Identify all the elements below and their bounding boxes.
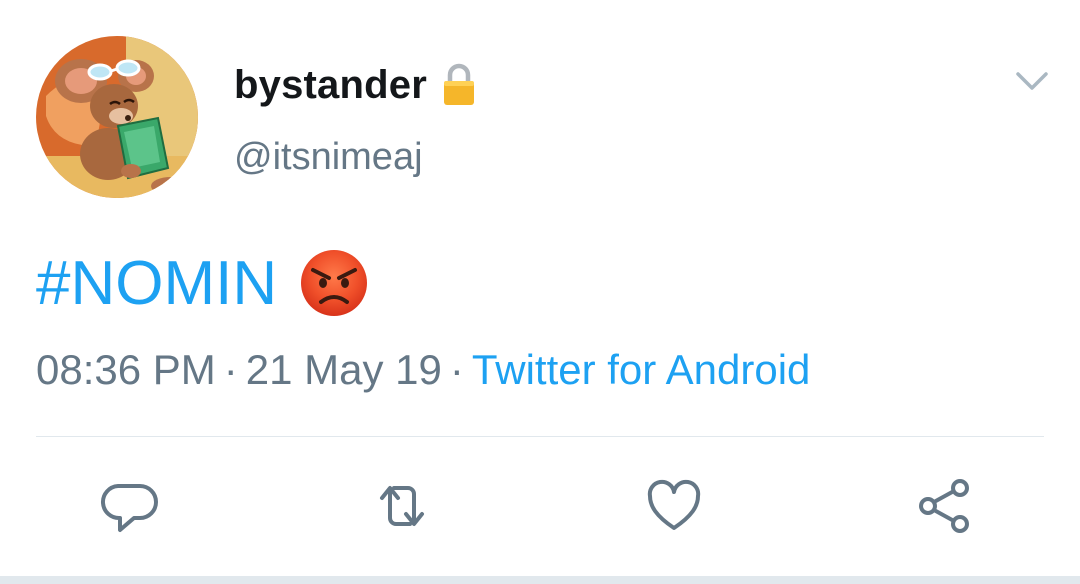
tweet-card: bystander @itsnimeaj #NOMIN 08:36 PM · 2… <box>0 0 1080 584</box>
divider <box>36 436 1044 437</box>
user-handle[interactable]: @itsnimeaj <box>234 136 423 179</box>
chevron-down-icon[interactable] <box>1012 66 1052 98</box>
meta-separator: · <box>449 346 464 393</box>
retweet-button[interactable] <box>370 474 434 538</box>
cartoon-mouse-reading-avatar <box>36 36 198 198</box>
tweet-date: 21 May 19 <box>245 346 442 393</box>
tweet-source-link[interactable]: Twitter for Android <box>472 346 810 393</box>
tweet-time: 08:36 PM <box>36 346 216 393</box>
reply-icon <box>101 484 158 532</box>
like-button[interactable] <box>642 474 706 538</box>
reply-button[interactable] <box>100 474 164 538</box>
retweet-icon <box>380 486 424 526</box>
share-icon <box>919 479 969 533</box>
hashtag-link[interactable]: #NOMIN <box>36 248 277 319</box>
tweet-meta: 08:36 PM · 21 May 19 · Twitter for Android <box>36 346 810 394</box>
meta-separator: · <box>223 346 238 393</box>
display-name-row: bystander <box>234 60 477 110</box>
share-button[interactable] <box>912 474 976 538</box>
avatar[interactable] <box>36 36 198 198</box>
tweet-text: #NOMIN <box>36 246 369 320</box>
heart-icon <box>647 479 701 530</box>
bottom-border <box>0 576 1080 584</box>
display-name[interactable]: bystander <box>234 63 427 108</box>
lock-icon <box>441 62 477 108</box>
angry-face-emoji <box>299 248 369 318</box>
